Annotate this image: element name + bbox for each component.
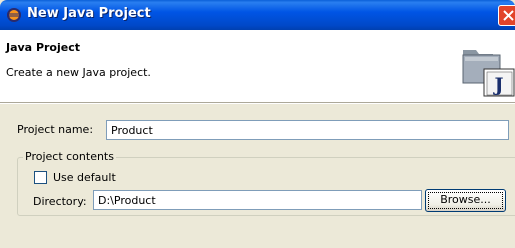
page-description: Create a new Java project. bbox=[6, 66, 151, 79]
eclipse-icon bbox=[7, 8, 21, 22]
page-title: Java Project bbox=[6, 41, 80, 54]
project-name-label: Project name: bbox=[17, 123, 94, 136]
browse-focus-ring bbox=[428, 192, 503, 209]
java-project-folder-icon: J bbox=[462, 50, 515, 97]
directory-label: Directory: bbox=[33, 195, 87, 208]
wizard-header: Java Project Create a new Java project. … bbox=[0, 30, 515, 102]
project-name-input[interactable] bbox=[106, 120, 509, 140]
close-icon bbox=[503, 10, 514, 21]
header-separator-highlight bbox=[0, 103, 515, 104]
window-title: New Java Project bbox=[27, 6, 151, 21]
svg-text:J: J bbox=[493, 74, 504, 96]
directory-input[interactable] bbox=[93, 190, 422, 210]
use-default-checkbox[interactable] bbox=[34, 171, 47, 184]
browse-button[interactable]: Browse... bbox=[425, 189, 506, 212]
title-bar: New Java Project bbox=[0, 0, 515, 30]
close-button[interactable] bbox=[498, 5, 515, 26]
use-default-label: Use default bbox=[53, 171, 116, 184]
project-contents-legend: Project contents bbox=[23, 150, 116, 163]
